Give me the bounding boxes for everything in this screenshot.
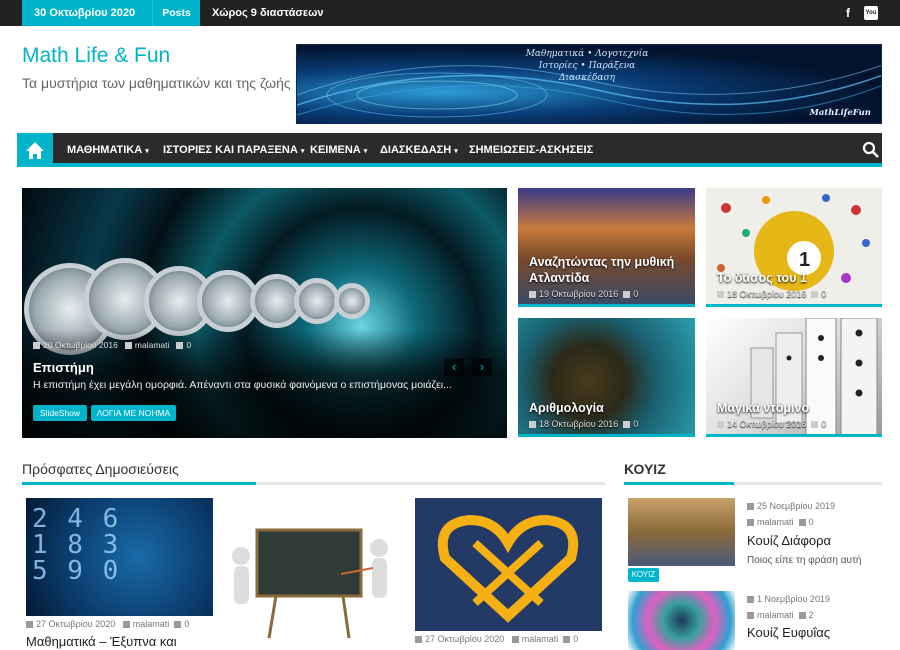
tile-meta: 19 Οκτωβρίου 2016 0 [529, 289, 638, 299]
calendar-icon [717, 291, 724, 298]
comment-icon [811, 291, 819, 298]
tag-logia-me-noima[interactable]: ΛΟΓΙΑ ΜΕ ΝΟΗΜΑ [91, 405, 176, 421]
user-icon [122, 621, 130, 628]
teacher-figures-image [232, 528, 388, 639]
section-title-quiz: ΚΟΥΙΖ [624, 461, 666, 477]
quiz-meta-author: malamati 0 [747, 517, 814, 527]
tag-slideshow[interactable]: SlideShow [33, 405, 87, 421]
chevron-down-icon: ▾ [454, 148, 458, 155]
banner-brand: MathLifeFun [809, 108, 871, 118]
main-navigation: ΜΑΘΗΜΑΤΙΚΑ ▾ ΙΣΤΟΡΙΕΣ ΚΑΙ ΠΑΡΑΞΕΝΑ ▾ ΚΕΙ… [17, 133, 882, 167]
top-bar: 30 Οκτωβρίου 2020 Posts Χώρος 9 διαστάσε… [0, 0, 900, 26]
site-description: Τα μυστήρια των μαθηματικών και της ζωής [22, 75, 291, 91]
nav-item-keimena[interactable]: ΚΕΙΜΕΝΑ ▾ [310, 133, 367, 167]
tile-title[interactable]: Αριθμολογία [529, 400, 604, 416]
next-slide-button[interactable]: › [472, 358, 492, 376]
featured-tile[interactable]: 1 Το δάσος του 1 18 Οκτωβρίου 2016 0 [706, 188, 882, 307]
facebook-icon[interactable]: f [840, 5, 856, 21]
post-thumbnail-teacher[interactable] [221, 498, 408, 640]
nav-item-simeioseis[interactable]: ΣΗΜΕΙΩΣΕΙΣ-ΑΣΚΗΣΕΙΣ [469, 133, 593, 167]
tile-meta: 18 Οκτωβρίου 2016 0 [717, 289, 826, 299]
slide-title[interactable]: Επιστήμη [33, 360, 94, 375]
section-title-recent: Πρόσφατες Δημοσιεύσεις [22, 461, 179, 477]
banner-text: Μαθηματικά • Λογοτεχνία Ιστορίες • Παράξ… [525, 49, 649, 83]
search-icon[interactable] [862, 141, 880, 159]
user-icon [124, 342, 132, 349]
featured-slider[interactable]: 20 Οκτωβρίου 2016 malamati 0 Επιστήμη Η … [22, 188, 507, 438]
quiz-thumbnail-spiral[interactable] [628, 591, 735, 650]
slide-author[interactable]: malamati [135, 340, 169, 350]
featured-tile[interactable]: Αναζητώντας την μυθική Ατλαντίδα 19 Οκτω… [518, 188, 695, 307]
calendar-icon [747, 503, 754, 510]
tile-meta: 18 Οκτωβρίου 2016 0 [529, 419, 638, 429]
chevron-down-icon: ▾ [145, 148, 149, 155]
home-button[interactable] [17, 133, 53, 167]
quiz-title[interactable]: Κουίζ Ευφυΐας [747, 625, 830, 640]
quiz-meta-date: 25 Νοεμβρίου 2019 [747, 501, 835, 511]
slide-meta: 20 Οκτωβρίου 2016 malamati 0 [33, 340, 191, 350]
tile-title[interactable]: Μαγικά ντόμινο [717, 400, 809, 416]
post-meta: 27 Οκτωβρίου 2020 malamati 0 [415, 634, 578, 644]
comment-icon [563, 636, 571, 643]
post-meta: 27 Οκτωβρίου 2020 malamati 0 [26, 619, 189, 629]
svg-text:1: 1 [799, 249, 810, 271]
calendar-icon [747, 596, 754, 603]
news-ticker-link[interactable]: Χώρος 9 διαστάσεων [212, 0, 324, 26]
calendar-icon [529, 291, 536, 298]
nav-item-istories[interactable]: ΙΣΤΟΡΙΕΣ ΚΑΙ ΠΑΡΑΞΕΝΑ ▾ [163, 133, 304, 167]
quiz-excerpt: Ποιος είπε τη φράση αυτή [747, 555, 862, 566]
post-title[interactable]: Μαθηματικά – Έξυπνα και [26, 634, 177, 649]
post-thumbnail-heart[interactable] [415, 498, 602, 631]
calendar-icon [33, 342, 40, 349]
featured-tile[interactable]: Μαγικά ντόμινο 14 Οκτωβρίου 2016 0 [706, 318, 882, 437]
chevron-right-icon: › [479, 359, 485, 374]
featured-tile[interactable]: Αριθμολογία 18 Οκτωβρίου 2016 0 [518, 318, 695, 437]
clock-image [334, 283, 370, 319]
heart-knot-image [437, 514, 579, 623]
nav-item-diaskedasi[interactable]: ΔΙΑΣΚΕΔΑΣΗ ▾ [380, 133, 458, 167]
calendar-icon [26, 621, 33, 628]
quiz-meta-author: malamati 2 [747, 610, 814, 620]
youtube-icon[interactable]: You [864, 6, 878, 20]
user-icon [747, 519, 754, 526]
tag-quiz[interactable]: ΚΟΥΙΖ [628, 568, 659, 582]
tile-title[interactable]: Το δάσος του 1 [717, 270, 877, 286]
calendar-icon [415, 636, 422, 643]
calendar-icon [717, 421, 724, 428]
chevron-down-icon: ▾ [300, 148, 305, 155]
chevron-left-icon: ‹ [451, 359, 457, 374]
home-icon [26, 142, 44, 159]
comment-icon [811, 421, 819, 428]
user-icon [747, 612, 754, 619]
site-title[interactable]: Math Life & Fun [22, 44, 170, 68]
section-divider [22, 482, 606, 485]
user-icon [511, 636, 519, 643]
prev-slide-button[interactable]: ‹ [444, 358, 464, 376]
current-date: 30 Οκτωβρίου 2020 [22, 0, 152, 26]
calendar-icon [529, 421, 536, 428]
comment-icon [174, 621, 182, 628]
quiz-title[interactable]: Κουίζ Διάφορα [747, 533, 831, 548]
comment-icon [623, 421, 631, 428]
tile-title[interactable]: Αναζητώντας την μυθική Ατλαντίδα [529, 254, 689, 286]
posts-label[interactable]: Posts [152, 0, 200, 26]
tile-meta: 14 Οκτωβρίου 2016 0 [717, 419, 826, 429]
quiz-meta-date: 1 Νοεμβρίου 2019 [747, 594, 830, 604]
chevron-down-icon: ▾ [363, 148, 368, 155]
slide-excerpt: Η επιστήμη έχει μεγάλη ομορφιά. Απέναντι… [33, 379, 452, 391]
comment-icon [798, 519, 806, 526]
quiz-thumbnail-books[interactable] [628, 498, 735, 566]
comment-icon [798, 612, 806, 619]
nav-item-mathematika[interactable]: ΜΑΘΗΜΑΤΙΚΑ ▾ [67, 133, 149, 167]
comment-icon [623, 291, 631, 298]
comment-icon [176, 342, 184, 349]
header-banner[interactable]: Μαθηματικά • Λογοτεχνία Ιστορίες • Παράξ… [296, 44, 882, 124]
post-thumbnail-numbers[interactable]: 2 4 61 8 35 9 0 [26, 498, 213, 616]
section-divider [624, 482, 882, 485]
numbers-graphic: 2 4 61 8 35 9 0 [32, 504, 121, 586]
